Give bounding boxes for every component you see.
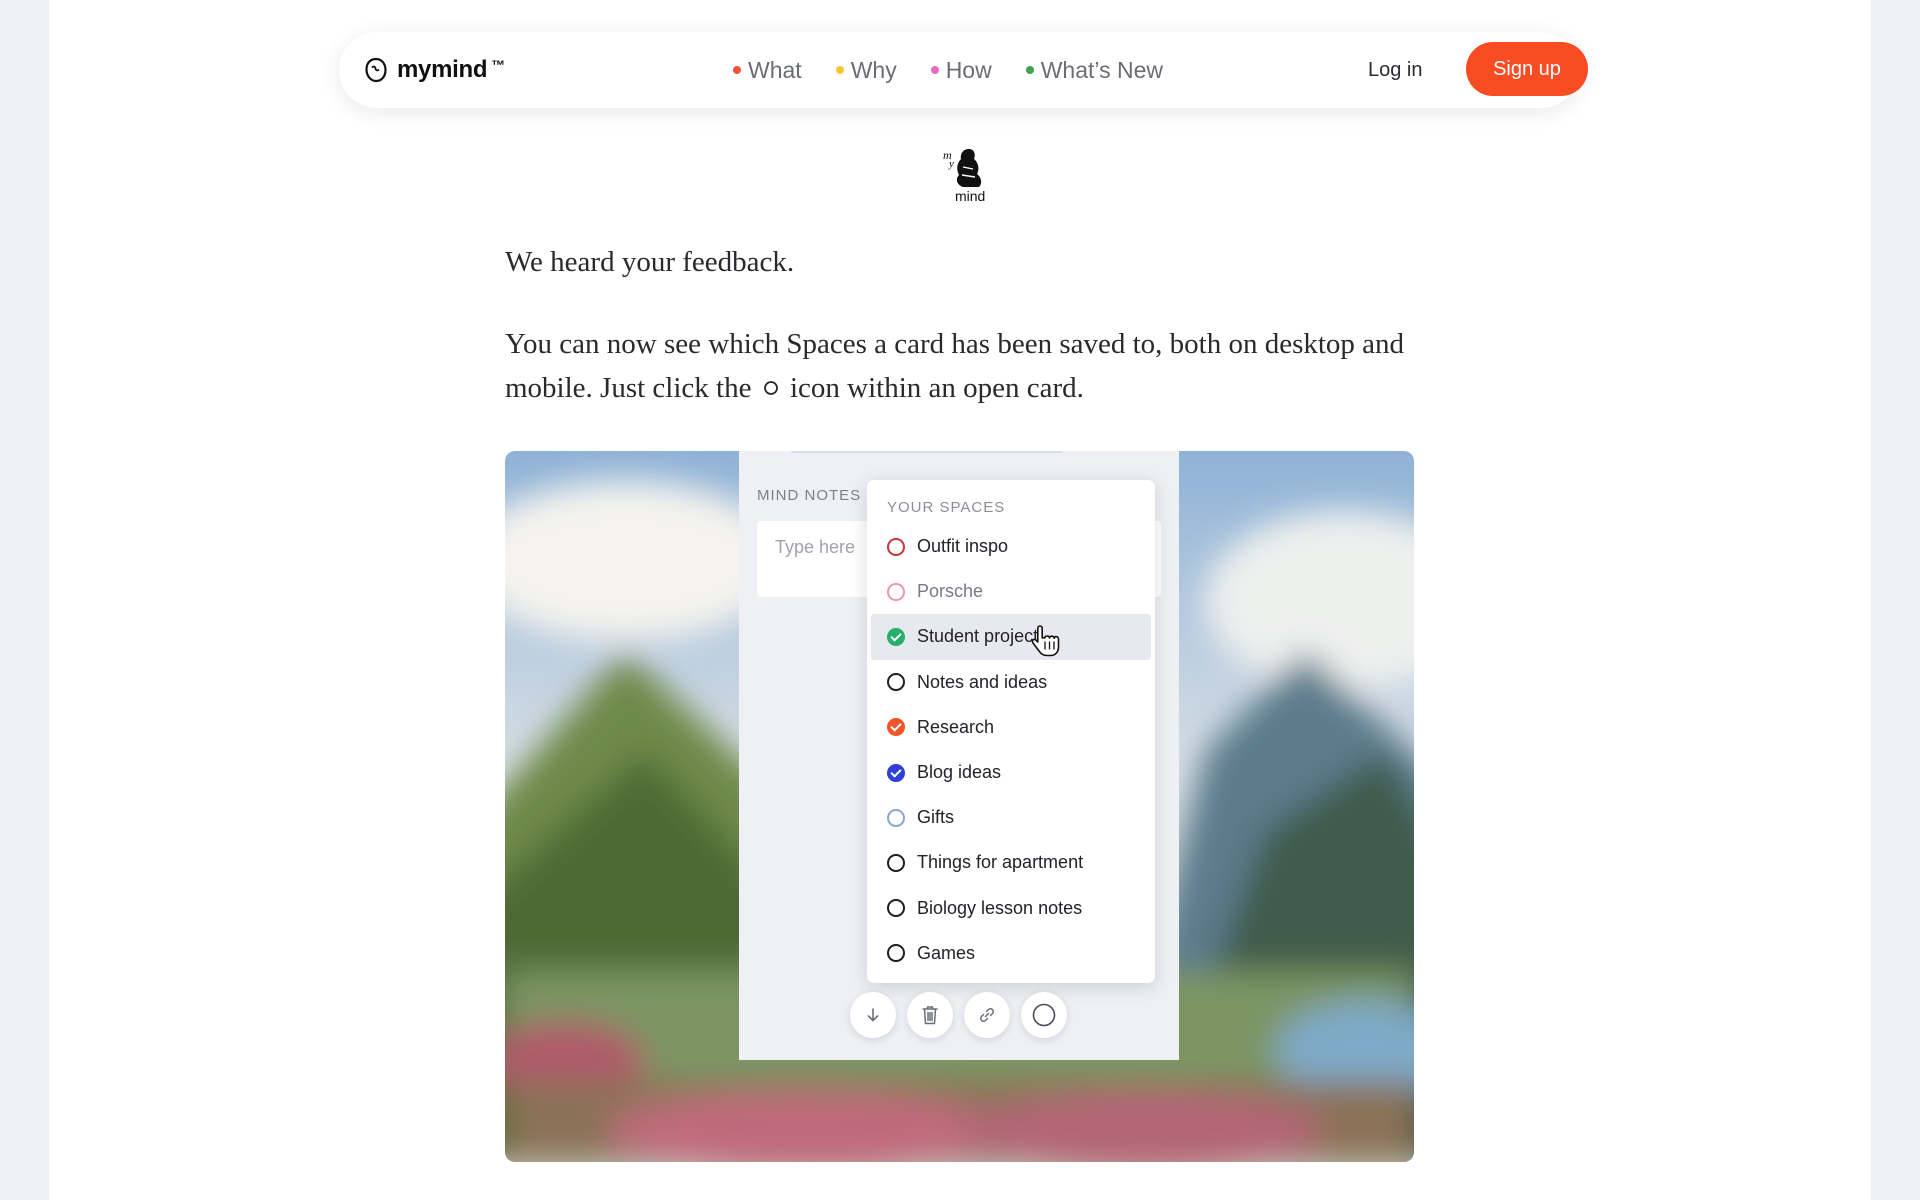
spaces-button[interactable] (1021, 992, 1067, 1038)
nav-link-label: How (945, 56, 992, 83)
nav-dot (1025, 66, 1034, 74)
brand[interactable]: mymind ™ (363, 32, 505, 108)
delete-button[interactable] (907, 992, 953, 1038)
download-button[interactable] (850, 992, 896, 1038)
space-item-porsche[interactable]: Porsche (867, 569, 1155, 614)
spaces-list: Outfit inspo Porsche Student project Not… (867, 524, 1155, 976)
nav-link-label: What’s New (1040, 56, 1163, 83)
article-paragraph-2: You can now see which Spaces a card has … (505, 322, 1415, 410)
nav-dot (733, 66, 741, 74)
space-item-research[interactable]: Research (867, 705, 1155, 750)
note-placeholder: Type here (775, 537, 856, 557)
card-toolbar (850, 992, 1067, 1038)
circle-icon (763, 381, 778, 396)
download-icon (867, 1008, 879, 1022)
link-icon (979, 1007, 995, 1023)
space-ring-icon (887, 673, 905, 692)
page: mymind ™ What Why How What’s New Log in … (49, 0, 1871, 1200)
svg-text:y: y (948, 158, 954, 170)
my-mind-emblem-icon: m y mind (943, 148, 985, 204)
space-ring-icon (887, 582, 905, 601)
brand-name: mymind (397, 56, 488, 83)
brand-trademark: ™ (491, 57, 506, 73)
checked-circle-icon (887, 763, 905, 782)
nav-link-why[interactable]: Why (835, 56, 897, 84)
trash-icon (922, 1006, 938, 1025)
article-text: icon within an open card. (789, 372, 1084, 404)
space-ring-icon (887, 899, 905, 918)
spaces-dropdown: YOUR SPACES Outfit inspo Porsche Student… (867, 480, 1155, 983)
spaces-circle-icon (1032, 1003, 1056, 1027)
emblem-text: mind (955, 188, 985, 204)
space-label: Outfit inspo (917, 536, 1009, 557)
checked-circle-icon (887, 627, 905, 646)
nav-links: What Why How What’s New (733, 32, 1163, 108)
space-label: Research (917, 716, 995, 737)
nav-link-what[interactable]: What (733, 57, 802, 84)
space-label: Notes and ideas (917, 671, 1048, 692)
space-label: Porsche (917, 581, 984, 602)
space-ring-icon (887, 537, 905, 556)
space-ring-icon (887, 944, 905, 963)
space-label: Things for apartment (917, 852, 1084, 873)
nav-dot (835, 66, 844, 74)
space-label: Blog ideas (917, 762, 1002, 783)
article-paragraph-1: We heard your feedback. (505, 246, 795, 278)
space-label: Student project (917, 626, 1039, 647)
space-item-biology-lesson-notes[interactable]: Biology lesson notes (867, 886, 1155, 931)
nav-link-label: Why (850, 56, 897, 83)
checked-circle-icon (887, 718, 905, 737)
space-label: Gifts (917, 807, 955, 828)
signup-button[interactable]: Sign up (1466, 42, 1588, 96)
card-tabs (791, 451, 1063, 453)
space-ring-icon (887, 853, 905, 872)
space-item-things-for-apartment[interactable]: Things for apartment (867, 840, 1155, 885)
nav-link-label: What (748, 56, 802, 83)
space-item-gifts[interactable]: Gifts (867, 795, 1155, 840)
space-item-notes-and-ideas[interactable]: Notes and ideas (867, 660, 1155, 705)
space-item-blog-ideas[interactable]: Blog ideas (867, 750, 1155, 795)
space-label: Biology lesson notes (917, 897, 1083, 918)
space-ring-icon (887, 808, 905, 827)
space-item-student-project[interactable]: Student project (871, 614, 1151, 660)
copy-link-button[interactable] (964, 992, 1010, 1038)
spaces-header: YOUR SPACES (887, 499, 1006, 516)
feature-screenshot: MIND NOTES Type here YOUR SPACES Outfit … (505, 451, 1414, 1162)
brain-logo-icon (365, 57, 387, 83)
nav-link-how[interactable]: How (930, 56, 992, 84)
top-nav: mymind ™ What Why How What’s New Log in … (339, 32, 1588, 108)
login-link[interactable]: Log in (1368, 32, 1423, 108)
nav-dot (930, 66, 939, 74)
nav-link-whats-new[interactable]: What’s New (1025, 56, 1163, 84)
space-label: Games (917, 942, 976, 963)
space-item-outfit-inspo[interactable]: Outfit inspo (867, 524, 1155, 569)
hand-pointer-icon (1031, 625, 1060, 657)
mind-notes-label: MIND NOTES (757, 487, 862, 504)
space-item-games[interactable]: Games (867, 931, 1155, 976)
